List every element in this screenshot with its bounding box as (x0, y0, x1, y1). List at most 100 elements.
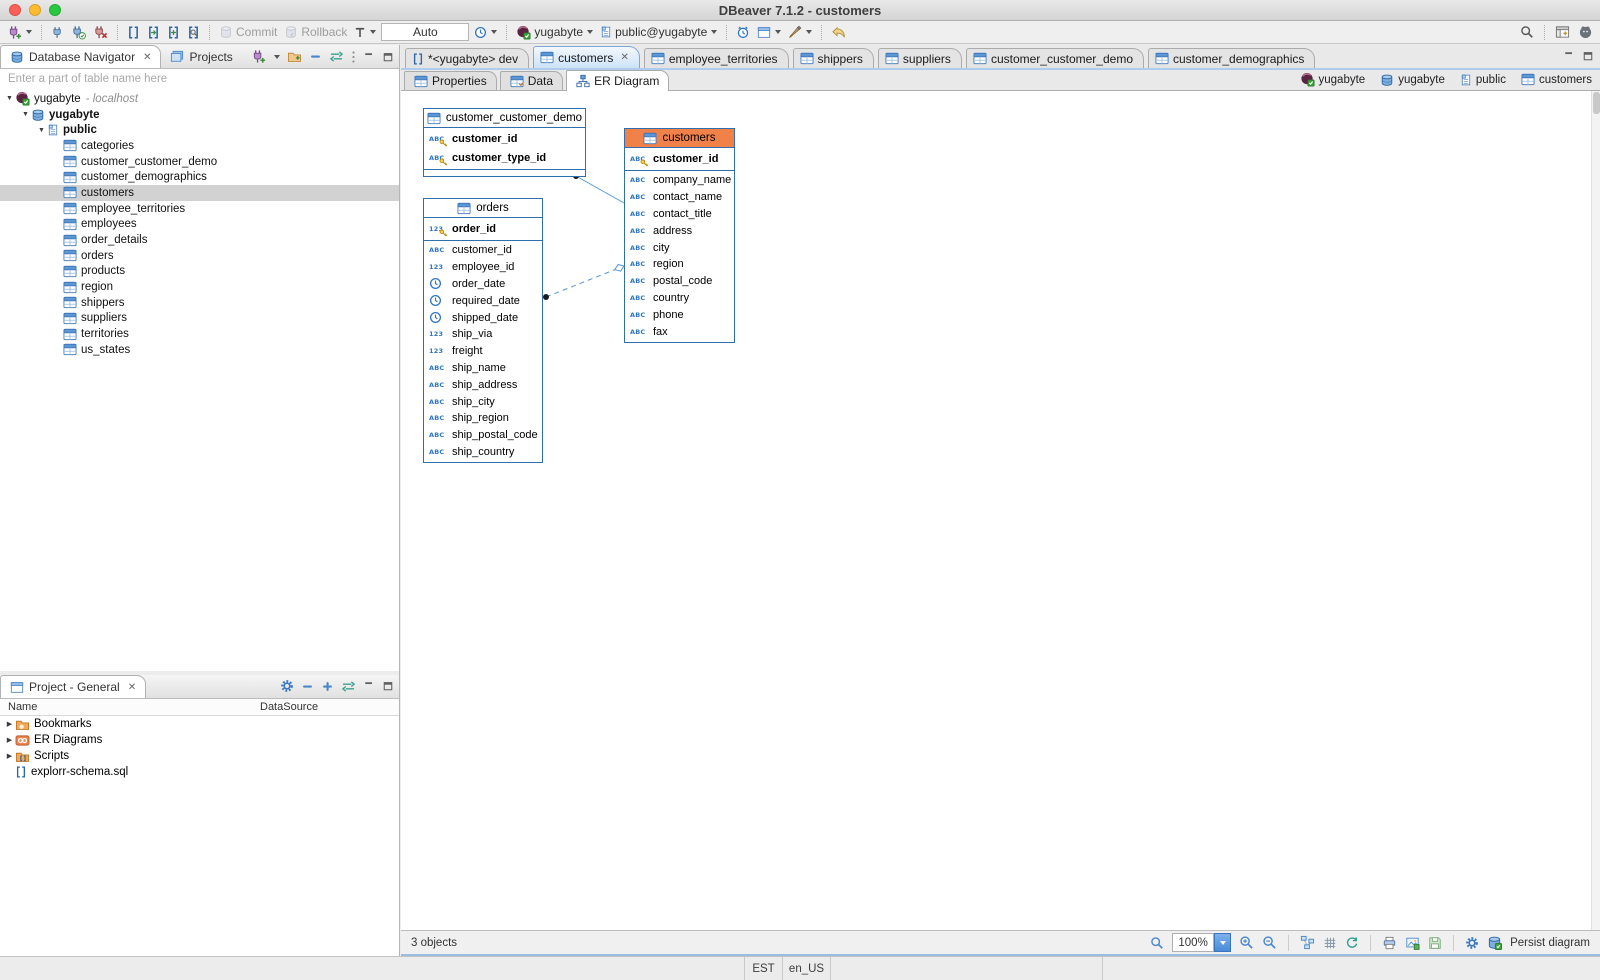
transaction-mode-button[interactable] (352, 25, 378, 40)
entity-column-order_date[interactable]: order_date (424, 276, 542, 293)
tab-projects[interactable]: Projects (161, 45, 241, 68)
transaction-log-button[interactable] (472, 25, 499, 40)
new-connection-button[interactable] (5, 24, 34, 41)
open-sql-script-button[interactable] (185, 24, 202, 41)
entity-column-ship_city[interactable]: ABCship_city (424, 393, 542, 410)
column-header-name[interactable]: Name (8, 701, 37, 713)
tree-item-customer_demographics[interactable]: customer_demographics (0, 169, 399, 185)
table-filter-input[interactable] (0, 70, 399, 89)
breadcrumb-item-yugabyte[interactable]: yugabyte (1380, 72, 1445, 87)
new-folder-icon[interactable] (287, 50, 302, 63)
link-editor-icon[interactable] (341, 680, 356, 693)
minimize-window-button[interactable] (29, 4, 41, 16)
appearance-button[interactable] (786, 24, 814, 40)
tree-item-territories[interactable]: territories (0, 326, 399, 342)
toggle-grid-icon[interactable] (1323, 936, 1337, 950)
back-button[interactable] (829, 25, 848, 40)
active-connection-combo[interactable]: yugabyte (514, 24, 595, 41)
close-icon[interactable]: ✕ (128, 682, 136, 693)
project-item-Bookmarks[interactable]: ▶Bookmarks (0, 716, 399, 732)
entity-header[interactable]: customer_customer_demo (424, 109, 585, 128)
active-schema-combo[interactable]: public@yugabyte (598, 24, 719, 40)
commit-button[interactable]: Commit (217, 24, 279, 40)
entity-column-ship_region[interactable]: ABCship_region (424, 410, 542, 427)
editor-tab--yugabyte-dev[interactable]: *<yugabyte> dev (405, 48, 529, 68)
tree-item-us_states[interactable]: us_states (0, 342, 399, 358)
reconnect-button[interactable] (69, 24, 88, 41)
breadcrumb-item-yugabyte[interactable]: yugabyte (1300, 72, 1366, 87)
entity-header[interactable]: orders (424, 199, 542, 218)
recent-sql-editor-button[interactable] (145, 24, 162, 41)
dbeaver-perspective-button[interactable] (1576, 24, 1595, 40)
entity-column-city[interactable]: ABCcity (625, 239, 734, 256)
breadcrumb-item-customers[interactable]: customers (1521, 72, 1592, 87)
collapse-all-icon[interactable] (301, 680, 314, 693)
entity-column-customer_id[interactable]: ABCcustomer_id (424, 129, 585, 148)
expander-icon[interactable]: ▶ (4, 752, 15, 760)
open-perspective-button[interactable] (1553, 24, 1572, 40)
expander-icon[interactable]: ▼ (20, 111, 31, 118)
er-diagram-canvas[interactable]: customer_customer_demoABCcustomer_idABCc… (401, 91, 1600, 930)
subtab-properties[interactable]: Properties (404, 71, 497, 90)
tree-item-customer_customer_demo[interactable]: customer_customer_demo (0, 154, 399, 170)
tree-item-region[interactable]: region (0, 279, 399, 295)
scrollbar-thumb[interactable] (1593, 92, 1600, 114)
project-item-Scripts[interactable]: ▶Scripts (0, 748, 399, 764)
column-header-datasource[interactable]: DataSource (260, 701, 318, 713)
entity-column-customer_id[interactable]: ABCcustomer_id (424, 242, 542, 259)
sql-editor-button[interactable] (125, 24, 142, 41)
link-editor-icon[interactable] (329, 50, 344, 63)
entity-column-ship_address[interactable]: ABCship_address (424, 376, 542, 393)
entity-column-ship_country[interactable]: ABCship_country (424, 444, 542, 461)
entity-column-postal_code[interactable]: ABCpostal_code (625, 273, 734, 290)
tree-item-order_details[interactable]: order_details (0, 232, 399, 248)
vertical-scrollbar[interactable] (1591, 91, 1600, 930)
commit-mode-combo[interactable]: Auto (381, 23, 469, 41)
maximize-view-icon[interactable] (382, 680, 394, 692)
layout-button[interactable] (755, 25, 783, 40)
collapse-all-icon[interactable] (309, 50, 322, 63)
entity-column-employee_id[interactable]: 123employee_id (424, 259, 542, 276)
entity-column-company_name[interactable]: ABCcompany_name (625, 172, 734, 189)
entity-column-freight[interactable]: 123freight (424, 343, 542, 360)
persist-diagram-icon[interactable] (1487, 935, 1502, 950)
editor-tab-customer-demographics[interactable]: customer_demographics (1148, 48, 1315, 68)
entity-column-phone[interactable]: ABCphone (625, 306, 734, 323)
breadcrumb-item-public[interactable]: public (1460, 72, 1506, 87)
view-menu-icon[interactable] (351, 50, 356, 64)
tree-item-employee_territories[interactable]: employee_territories (0, 201, 399, 217)
project-item-ER Diagrams[interactable]: ▶ER Diagrams (0, 732, 399, 748)
tree-item-products[interactable]: products (0, 264, 399, 280)
entity-column-address[interactable]: ABCaddress (625, 222, 734, 239)
editor-tab-employee-territories[interactable]: employee_territories (644, 48, 789, 68)
tree-item-employees[interactable]: employees (0, 217, 399, 233)
connect-button[interactable] (49, 24, 66, 41)
editor-tab-shippers[interactable]: shippers (793, 48, 874, 68)
refresh-diagram-icon[interactable] (1345, 936, 1359, 950)
entity-column-shipped_date[interactable]: shipped_date (424, 309, 542, 326)
tree-item-public[interactable]: ▼public (0, 122, 399, 138)
export-image-icon[interactable] (1405, 936, 1420, 950)
minimize-editor-icon[interactable] (1563, 50, 1575, 62)
settings-gear-icon[interactable] (280, 679, 294, 693)
auto-layout-icon[interactable] (1300, 935, 1315, 950)
close-window-button[interactable] (9, 4, 21, 16)
zoom-dropdown-button[interactable] (1214, 933, 1231, 952)
entity-column-ship_postal_code[interactable]: ABCship_postal_code (424, 427, 542, 444)
tree-item-yugabyte[interactable]: ▼yugabyte (0, 107, 399, 123)
new-sql-editor-button[interactable] (165, 24, 182, 41)
subtab-data[interactable]: Data (500, 71, 563, 90)
new-connection-icon[interactable] (251, 49, 266, 64)
entity-column-order_id[interactable]: 123order_id (424, 219, 542, 238)
diagram-search-icon[interactable] (1150, 936, 1164, 950)
diagram-settings-icon[interactable] (1465, 936, 1479, 950)
entity-customers[interactable]: customersABCcustomer_idABCcompany_nameAB… (624, 128, 735, 343)
expander-icon[interactable]: ▼ (4, 95, 15, 102)
expander-icon[interactable]: ▶ (4, 720, 15, 728)
maximize-editor-icon[interactable] (1582, 50, 1594, 62)
tree-item-suppliers[interactable]: suppliers (0, 311, 399, 327)
entity-column-fax[interactable]: ABCfax (625, 323, 734, 340)
expander-icon[interactable]: ▶ (4, 736, 15, 744)
editor-tab-customer-customer-demo[interactable]: customer_customer_demo (966, 48, 1144, 68)
editor-tab-suppliers[interactable]: suppliers (878, 48, 962, 68)
